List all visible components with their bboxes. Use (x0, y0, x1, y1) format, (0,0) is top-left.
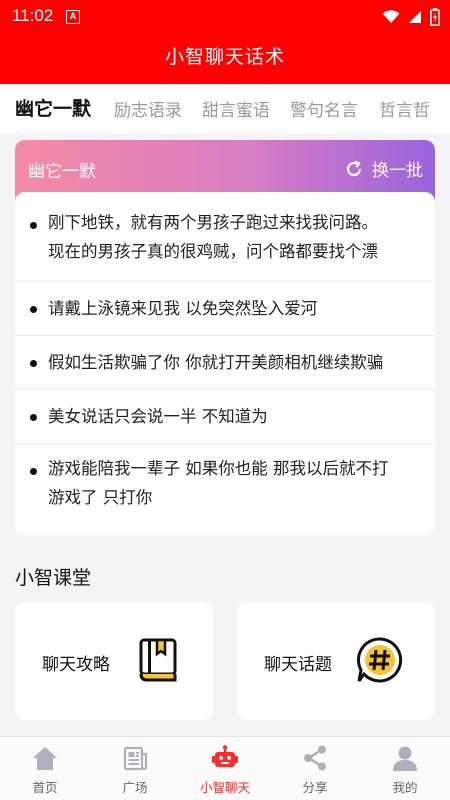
battery-icon (430, 8, 440, 26)
nav-label: 首页 (32, 780, 58, 795)
nav-label: 小智聊天 (199, 780, 250, 795)
quote-line: 游戏了 只打你 (48, 488, 153, 507)
notification-a-icon: A (66, 10, 80, 24)
app-bar: 小智聊天话术 (0, 34, 450, 84)
quote-item[interactable]: 美女说话只会说一半 不知道为 (15, 390, 435, 444)
wifi-icon (382, 10, 400, 23)
tab-lizhi-yulu[interactable]: 励志语录 (114, 96, 182, 121)
course-label: 聊天话题 (264, 655, 332, 675)
quote-line: 现在的男孩子真的很鸡贼，问个路都要找个漂 (48, 242, 378, 261)
quote-line: 刚下地铁，就有两个男孩子跑过来找我问路。 (48, 213, 378, 232)
quote-line: 游戏能陪我一辈子 如果你也能 那我以后就不打 (48, 459, 389, 478)
tab-jingju-mingyan[interactable]: 警句名言 (290, 96, 358, 121)
category-tabs: 幽它一默 励志语录 甜言蜜语 警句名言 哲言哲 (0, 84, 450, 134)
status-time: 11:02 (12, 6, 54, 25)
quote-text: 游戏能陪我一辈子 如果你也能 那我以后就不打 游戏了 只打你 (48, 454, 430, 512)
bottom-nav: 首页 广场 小智聊天 分享 我的 (0, 736, 450, 800)
refresh-label: 换一批 (372, 161, 423, 181)
quote-list: 刚下地铁，就有两个男孩子跑过来找我问路。 现在的男孩子真的很鸡贼，问个路都要找个… (15, 192, 435, 535)
card-title: 幽它一默 (28, 162, 96, 182)
refresh-icon (346, 160, 362, 176)
nav-label: 分享 (302, 780, 328, 795)
user-icon (393, 746, 417, 771)
nav-label: 广场 (122, 780, 148, 795)
newspaper-icon (123, 746, 148, 771)
nav-home[interactable]: 首页 (0, 737, 90, 800)
quote-card: 幽它一默 换一批 刚下地铁，就有两个男孩子跑过来找我问路。 现在的男孩子真的很鸡… (15, 140, 435, 535)
quote-item[interactable]: 请戴上泳镜来见我 以免突然坠入爱河 (15, 282, 435, 336)
nav-label: 我的 (392, 780, 418, 795)
nav-xiaozhi-chat[interactable]: 小智聊天 (180, 737, 270, 800)
bullet-dot (30, 306, 37, 313)
chat-strategy-card[interactable]: 聊天攻略 (15, 602, 213, 720)
quote-text: 刚下地铁，就有两个男孩子跑过来找我问路。 现在的男孩子真的很鸡贼，问个路都要找个… (48, 208, 430, 266)
tab-tianyan-miyu[interactable]: 甜言蜜语 (202, 96, 270, 121)
nav-square[interactable]: 广场 (90, 737, 180, 800)
tab-zheyan[interactable]: 哲言哲 (379, 96, 430, 121)
bullet-dot (30, 222, 37, 229)
section-title: 小智课堂 (15, 567, 92, 589)
share-icon (304, 745, 326, 771)
quote-item[interactable]: 假如生活欺骗了你 你就打开美颜相机继续欺骗 (15, 336, 435, 390)
chat-topic-card[interactable]: 聊天话题 (237, 602, 435, 720)
bullet-dot (30, 360, 37, 367)
quote-text: 请戴上泳镜来见我 以免突然坠入爱河 (48, 299, 318, 318)
refresh-button[interactable]: 换一批 (344, 156, 423, 181)
robot-icon (212, 745, 238, 767)
tab-youta-yimo[interactable]: 幽它一默 (15, 94, 91, 121)
quote-text: 假如生活欺骗了你 你就打开美颜相机继续欺骗 (48, 353, 384, 372)
quote-item[interactable]: 游戏能陪我一辈子 如果你也能 那我以后就不打 游戏了 只打你 (15, 444, 435, 528)
hashtag-bubble-icon (356, 637, 403, 683)
bullet-dot (30, 414, 37, 421)
app-title: 小智聊天话术 (164, 46, 285, 68)
quote-text: 美女说话只会说一半 不知道为 (48, 407, 268, 426)
nav-mine[interactable]: 我的 (360, 737, 450, 800)
home-icon (33, 747, 57, 770)
book-icon (139, 638, 177, 682)
nav-share[interactable]: 分享 (270, 737, 360, 800)
signal-icon (409, 11, 421, 23)
course-label: 聊天攻略 (42, 655, 110, 675)
bullet-dot (30, 468, 37, 475)
quote-item[interactable]: 刚下地铁，就有两个男孩子跑过来找我问路。 现在的男孩子真的很鸡贼，问个路都要找个… (15, 192, 435, 282)
status-bar: 11:02 A (0, 0, 450, 34)
status-indicators (382, 6, 440, 28)
